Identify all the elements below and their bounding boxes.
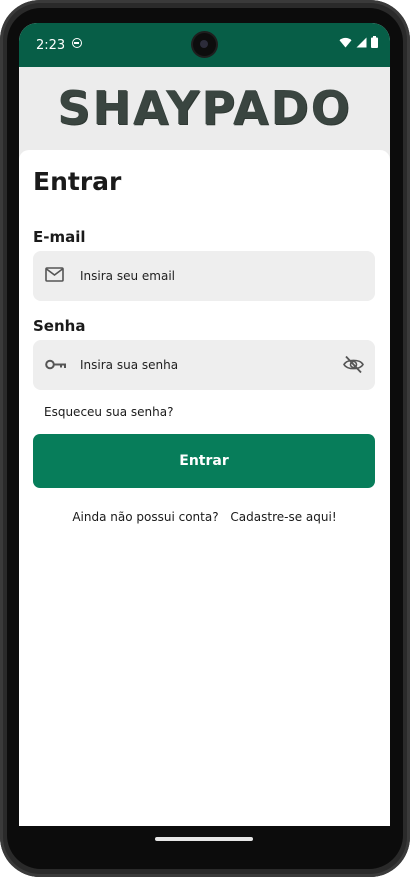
status-icons — [339, 36, 378, 48]
key-icon — [45, 359, 66, 370]
password-input[interactable] — [80, 340, 335, 390]
logo: SHAYPADO — [57, 81, 352, 135]
login-card: Entrar E-mail Senha Esqueceu sua senha? … — [19, 150, 390, 849]
app-notification-icon — [72, 38, 82, 48]
no-account-text: Ainda não possui conta? — [72, 510, 219, 524]
email-label: E-mail — [33, 228, 86, 246]
status-time: 2:23 — [36, 38, 66, 53]
login-button[interactable]: Entrar — [33, 434, 375, 488]
signup-link[interactable]: Cadastre-se aqui! — [230, 510, 336, 524]
password-field-container[interactable] — [33, 340, 375, 390]
wifi-icon — [339, 37, 352, 47]
page-title: Entrar — [33, 167, 122, 196]
screen: 2:23 SHAYPADO Entrar E-mail Insira seu e… — [19, 23, 390, 849]
navigation-bar — [19, 826, 390, 849]
front-camera — [193, 33, 216, 56]
home-indicator[interactable] — [155, 837, 253, 841]
status-bar: 2:23 — [19, 23, 390, 67]
email-input[interactable] — [80, 251, 335, 301]
password-label: Senha — [33, 317, 86, 335]
battery-icon — [371, 36, 378, 48]
forgot-password-link[interactable]: Esqueceu sua senha? — [44, 405, 173, 419]
signal-icon — [356, 37, 367, 47]
signup-row: Ainda não possui conta? Cadastre-se aqui… — [19, 510, 390, 524]
email-field-container[interactable] — [33, 251, 375, 301]
mail-icon — [45, 267, 64, 282]
eye-off-icon[interactable] — [343, 355, 364, 374]
